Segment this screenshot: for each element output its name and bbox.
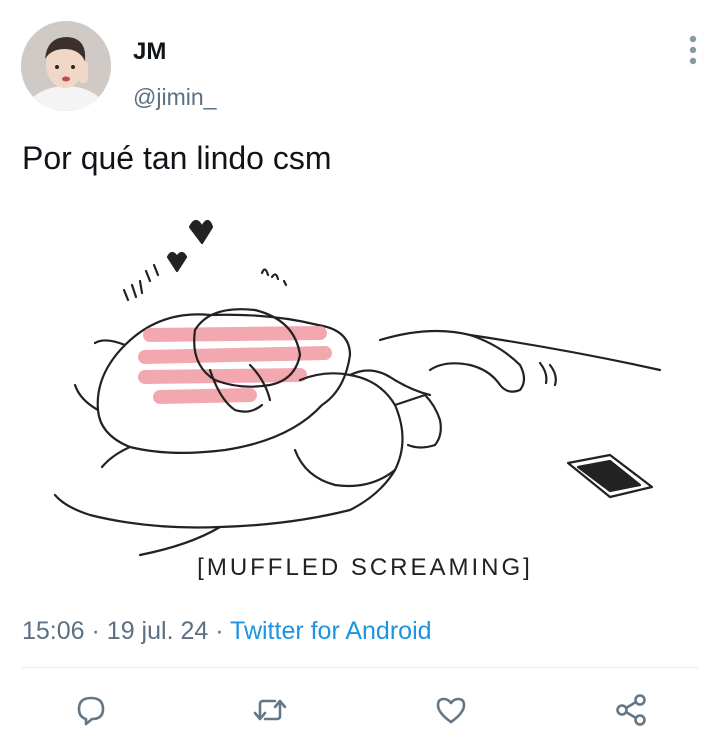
meta-separator: ·	[215, 617, 231, 645]
like-button[interactable]	[429, 688, 473, 732]
author-name[interactable]: JM	[133, 38, 166, 66]
avatar[interactable]	[21, 21, 111, 111]
tweet-meta: 15:06 · 19 jul. 24 · Twitter for Android	[22, 617, 432, 646]
retweet-icon	[253, 699, 287, 721]
heart-icon	[436, 697, 466, 724]
tweet-date[interactable]: 19 jul. 24	[107, 617, 208, 645]
divider	[22, 667, 698, 668]
retweet-button[interactable]	[248, 688, 292, 732]
meta-separator: ·	[91, 617, 107, 645]
share-icon	[616, 694, 646, 726]
image-caption: [MUFFLED SCREAMING]	[197, 554, 533, 581]
share-button[interactable]	[609, 688, 653, 732]
more-options-button[interactable]	[678, 30, 708, 70]
more-vertical-icon	[689, 35, 697, 65]
avatar-photo	[21, 21, 111, 111]
reply-icon	[77, 696, 105, 726]
tweet-source-link[interactable]: Twitter for Android	[230, 617, 431, 645]
author-handle[interactable]: @jimin_	[133, 84, 216, 111]
tweet-text: Por qué tan lindo csm	[22, 140, 332, 176]
tweet-time[interactable]: 15:06	[22, 617, 85, 645]
reply-button[interactable]	[69, 688, 113, 732]
tweet-actions-bar	[0, 688, 720, 738]
tweet-image[interactable]: [MUFFLED SCREAMING]	[50, 205, 680, 600]
muffled-screaming-drawing: [MUFFLED SCREAMING]	[53, 219, 662, 581]
